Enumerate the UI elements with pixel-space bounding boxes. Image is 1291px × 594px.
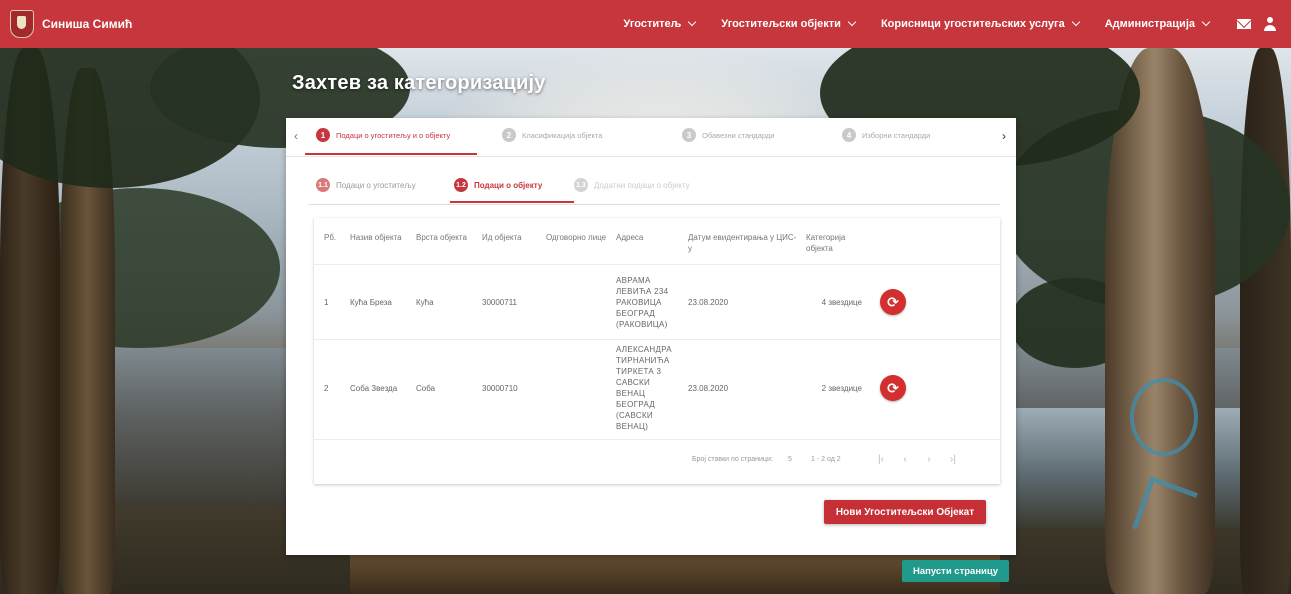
objects-table-panel: Рб. Назив објекта Врста објекта Ид објек… <box>314 218 1000 484</box>
substep-number: 1.3 <box>574 178 588 192</box>
col-id: Ид објекта <box>482 233 522 242</box>
substep-label: Подаци о објекту <box>474 180 543 190</box>
cell-rb: 1 <box>314 264 346 340</box>
request-card: ‹ 1 Подаци о угоститељу и о објекту 2 Кл… <box>286 118 1016 555</box>
paginator: Број ставки по страници: 5 1 - 2 од 2 |‹… <box>314 439 1000 484</box>
col-actions <box>876 226 1000 265</box>
substep-tabs: 1.1 Подаци о угоститељу 1.2 Подаци о обј… <box>308 174 1000 205</box>
substep-number: 1.2 <box>454 178 468 192</box>
page-range-label: 1 - 2 од 2 <box>811 456 841 463</box>
cell-person <box>542 264 612 340</box>
chevron-down-icon <box>1201 17 1211 27</box>
col-date: Датум евидентирања у ЦИС-у <box>688 233 797 253</box>
cell-category: 4 звездице <box>802 264 876 340</box>
chevron-down-icon <box>847 17 857 27</box>
nav-item-facilities[interactable]: Угоститељски објекти <box>721 17 857 30</box>
mail-icon[interactable] <box>1237 19 1251 29</box>
table-row[interactable]: 2 Соба Звезда Соба 30000710 АЛЕКСАНДРА Т… <box>314 339 1000 436</box>
substep-label: Подаци о угоститељу <box>336 180 416 190</box>
cell-date: 23.08.2020 <box>684 339 802 436</box>
step-3[interactable]: 3 Обавезни стандарди <box>682 128 774 142</box>
cell-address: АЛЕКСАНДРА ТИРНАНИЋА ТИРКЕТА 3 САВСКИ ВЕ… <box>612 339 684 436</box>
col-person: Одговорно лице <box>546 233 607 242</box>
cell-type: Соба <box>412 339 478 436</box>
refresh-icon[interactable]: ⟳ <box>880 375 906 401</box>
step-2[interactable]: 2 Класификација објекта <box>502 128 602 142</box>
cell-id: 30000711 <box>478 264 542 340</box>
step-number: 1 <box>316 128 330 142</box>
cell-date: 23.08.2020 <box>684 264 802 340</box>
first-page-icon[interactable]: |‹ <box>874 453 888 467</box>
step-number: 2 <box>502 128 516 142</box>
cell-type: Кућа <box>412 264 478 340</box>
refresh-icon[interactable]: ⟳ <box>880 289 906 315</box>
chevron-down-icon <box>1071 17 1080 27</box>
col-name: Назив објекта <box>350 233 402 242</box>
col-category: Категорија објекта <box>806 233 846 253</box>
user-brand-name[interactable]: Синиша Симић <box>42 17 132 31</box>
step-1[interactable]: 1 Подаци о угоститељу и о објекту <box>316 128 450 142</box>
leave-page-button[interactable]: Напусти страницу <box>902 560 1009 582</box>
page-size-select[interactable]: 5 <box>788 456 792 463</box>
stepper: ‹ 1 Подаци о угоститељу и о објекту 2 Кл… <box>286 118 1016 157</box>
nav-item-administration[interactable]: Администрација <box>1105 17 1211 30</box>
new-facility-button[interactable]: Нови Угоститељски Објекат <box>824 500 986 524</box>
coat-of-arms-logo <box>10 10 34 38</box>
cell-actions: ⟳ <box>876 339 1000 436</box>
cell-actions: ⟳ <box>876 264 1000 340</box>
user-icon[interactable] <box>1263 17 1277 31</box>
col-address: Адреса <box>616 233 644 242</box>
substep-label: Додатни подаци о објекту <box>594 180 690 190</box>
step-label: Изборни стандарди <box>862 130 931 140</box>
cell-category: 2 звездице <box>802 339 876 436</box>
step-number: 4 <box>842 128 856 142</box>
tab-object-data[interactable]: 1.2 Подаци о објекту <box>454 178 542 192</box>
step-label: Класификација објекта <box>522 130 603 140</box>
active-substep-indicator <box>450 201 574 203</box>
chevron-right-icon[interactable]: › <box>996 126 1012 146</box>
main-nav: Угоститељ Угоститељски објекти Корисници… <box>597 17 1277 31</box>
prev-page-icon[interactable]: ‹ <box>898 453 912 467</box>
cell-address: АВРАМА ЛЕВИЋА 234 РАКОВИЦА БЕОГРАД (РАКО… <box>612 264 684 340</box>
cell-person <box>542 339 612 436</box>
chevron-left-icon[interactable]: ‹ <box>288 126 304 146</box>
objects-table: Рб. Назив објекта Врста објекта Ид објек… <box>314 226 1000 436</box>
nav-item-caterer[interactable]: Угоститељ <box>623 17 697 30</box>
table-header-row: Рб. Назив објекта Врста објекта Ид објек… <box>314 226 1000 265</box>
step-label: Подаци о угоститељу и о објекту <box>336 130 451 140</box>
tab-additional-object-data[interactable]: 1.3 Додатни подаци о објекту <box>574 178 690 192</box>
last-page-icon[interactable]: ›| <box>946 453 960 467</box>
chevron-down-icon <box>688 17 697 27</box>
cell-name: Соба Звезда <box>346 339 412 436</box>
step-4[interactable]: 4 Изборни стандарди <box>842 128 930 142</box>
nav-item-guests[interactable]: Корисници угоститељских услуга <box>881 17 1080 30</box>
cell-name: Кућа Бреза <box>346 264 412 340</box>
col-type: Врста објекта <box>416 233 467 242</box>
page-title: Захтев за категоризацију <box>292 72 546 94</box>
cell-rb: 2 <box>314 339 346 436</box>
col-rb: Рб. <box>324 233 337 242</box>
page-size-label: Број ставки по страници: <box>692 456 773 463</box>
table-row[interactable]: 1 Кућа Бреза Кућа 30000711 АВРАМА ЛЕВИЋА… <box>314 264 1000 340</box>
cell-id: 30000710 <box>478 339 542 436</box>
next-page-icon[interactable]: › <box>922 453 936 467</box>
active-step-indicator <box>305 153 477 155</box>
step-number: 3 <box>682 128 696 142</box>
step-label: Обавезни стандарди <box>702 130 775 140</box>
top-navbar: Синиша Симић Угоститељ Угоститељски обје… <box>0 0 1291 48</box>
tab-caterer-data[interactable]: 1.1 Подаци о угоститељу <box>316 178 416 192</box>
substep-number: 1.1 <box>316 178 330 192</box>
